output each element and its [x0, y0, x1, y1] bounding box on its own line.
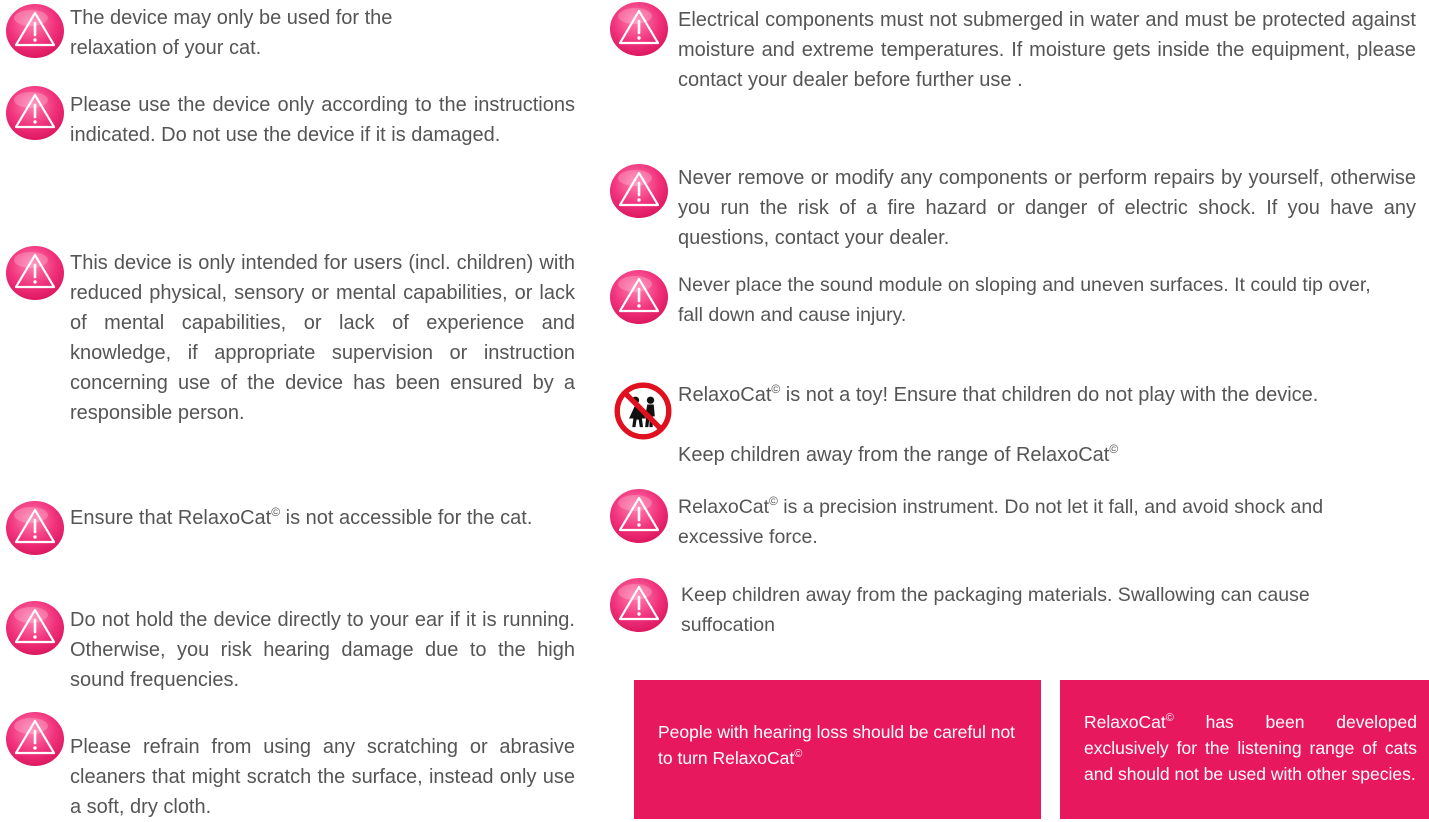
- warning-triangle-icon: [4, 499, 66, 557]
- warning-text-hearing: Do not hold the device directly to your …: [70, 609, 575, 691]
- hearing-loss-note: People with hearing loss should be caref…: [634, 680, 1041, 819]
- warning-triangle-icon: [4, 244, 66, 302]
- warning-text-instructions: Please use the device only according to …: [70, 94, 575, 146]
- warning-triangle-icon: [608, 576, 670, 634]
- species-note: RelaxoCat© has been developed exclusivel…: [1060, 680, 1429, 819]
- warning-triangle-icon: [4, 710, 66, 768]
- warning-text-surfaces: Never place the sound module on sloping …: [678, 274, 1371, 326]
- warning-text-usage: The device may only be used for the rela…: [70, 7, 393, 59]
- warning-text-water: Electrical components must not submerged…: [678, 9, 1416, 91]
- warning-triangle-icon: [608, 268, 670, 326]
- warning-text-repairs: Never remove or modify any components or…: [678, 167, 1416, 249]
- warning-text-accessible: Ensure that RelaxoCat© is not accessible…: [70, 505, 533, 529]
- warning-text-precision: RelaxoCat© is a precision instrument. Do…: [678, 494, 1324, 548]
- warning-triangle-icon: [4, 2, 66, 60]
- warning-triangle-icon: [4, 599, 66, 657]
- no-children-icon: [612, 382, 672, 440]
- warning-text-cleaning: Please refrain from using any scratching…: [70, 736, 575, 818]
- species-note-text: RelaxoCat© has been developed exclusivel…: [1084, 711, 1417, 784]
- warning-triangle-icon: [608, 487, 670, 545]
- warning-text-users: This device is only intended for users (…: [70, 252, 575, 424]
- warning-triangle-icon: [4, 84, 66, 142]
- warning-text-keep-away: Keep children away from the range of Rel…: [678, 442, 1119, 466]
- warning-triangle-icon: [608, 0, 670, 58]
- warning-text-packaging: Keep children away from the packaging ma…: [681, 584, 1310, 636]
- warning-triangle-icon: [608, 162, 670, 220]
- warning-text-toy: RelaxoCat© is not a toy! Ensure that chi…: [678, 382, 1319, 406]
- hearing-loss-note-text: People with hearing loss should be caref…: [658, 721, 1016, 768]
